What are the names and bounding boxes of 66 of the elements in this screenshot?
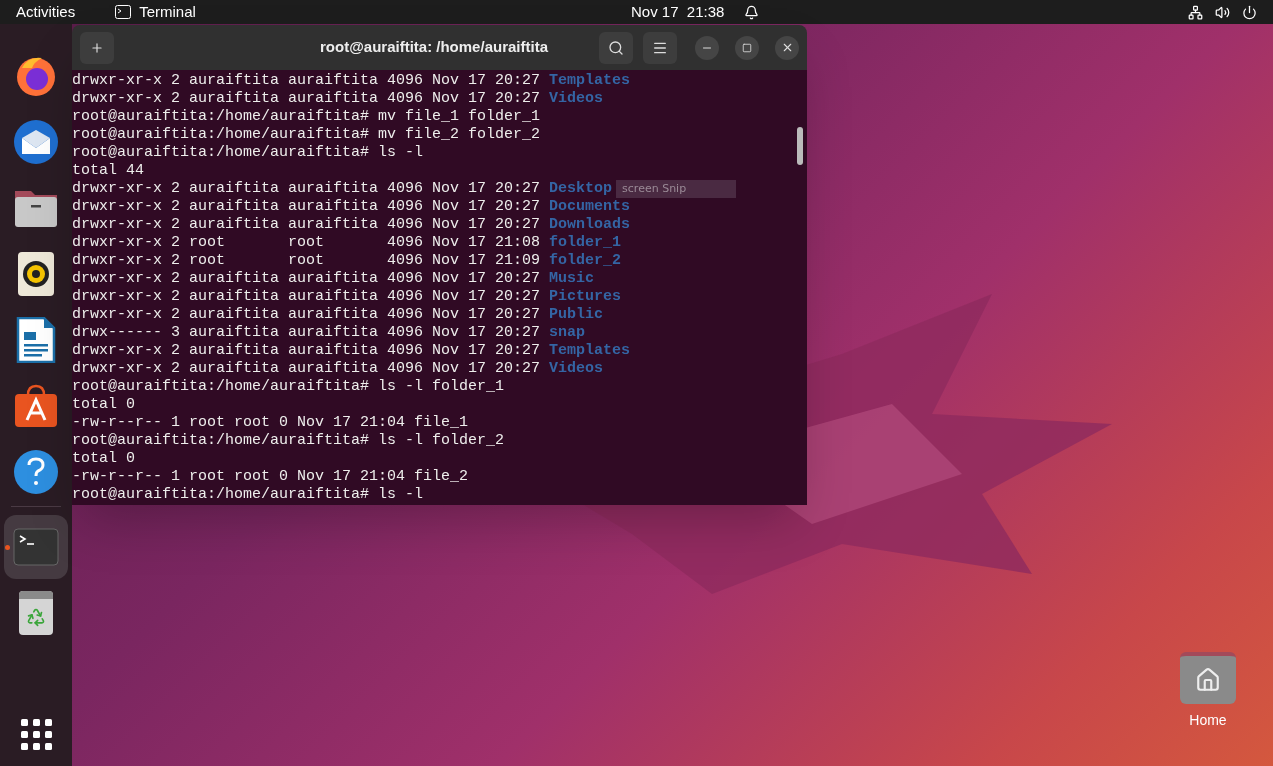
power-icon[interactable] [1242,4,1257,20]
directory-name: Music [549,270,595,288]
volume-icon[interactable] [1215,4,1230,20]
directory-name: Templates [549,342,631,360]
directory-name: Documents [549,198,631,216]
terminal-line: drwxr-xr-x 2 auraiftita auraiftita 4096 Nov 17 20:27 [72,360,542,378]
directory-name: folder_2 [549,252,622,270]
menu-button[interactable] [643,31,677,64]
maximize-button[interactable] [735,35,759,60]
directory-name: Templates [549,72,631,90]
directory-name: Downloads [549,216,631,234]
new-tab-button[interactable] [80,31,114,64]
terminal-line: root@auraiftita:/home/auraiftita# ls -l folder_1 [72,378,505,396]
terminal-line: total 0 [72,450,135,468]
search-button[interactable] [599,31,633,64]
directory-name: Videos [549,90,604,108]
terminal-line: drwxr-xr-x 2 root root 4096 Nov 17 21:08 [72,234,542,252]
app-grid-icon[interactable] [20,718,52,750]
speaker-icon[interactable] [17,251,55,297]
terminal-line: total 0 [72,396,135,414]
activities-button[interactable]: Activities [16,0,76,24]
terminal-icon[interactable] [13,528,59,566]
home-folder-icon[interactable] [1180,652,1236,704]
terminal-line: drwxr-xr-x 2 auraiftita auraiftita 4096 Nov 17 20:27 [72,72,542,90]
maximize-icon [742,42,752,53]
terminal-line: drwxr-xr-x 2 auraiftita auraiftita 4096 Nov 17 20:27 [72,306,542,324]
directory-name: Pictures [549,288,622,306]
directory-name: Public [549,306,604,324]
minimize-button[interactable] [695,35,719,60]
terminal-line: drwxr-xr-x 2 auraiftita auraiftita 4096 Nov 17 20:27 [72,216,542,234]
search-icon [608,39,624,56]
terminal-icon [115,5,132,19]
desktop-icon-label[interactable]: Home [1189,710,1227,731]
terminal-line: root@auraiftita:/home/auraiftita# mv file_2 folder_2 [72,126,541,144]
network-icon[interactable] [1188,4,1203,20]
directory-name: snap [549,324,586,342]
terminal-line: -rw-r--r-- 1 root root 0 Nov 17 21:04 file_2 [72,468,469,486]
shopping-bag-icon[interactable] [13,383,59,429]
clock[interactable]: Nov 17 21:38 [631,0,725,24]
mail-icon[interactable] [12,118,60,166]
snip-tooltip: screen Snip [616,180,737,198]
terminal-line: drwx------ 3 auraiftita auraiftita 4096 Nov 17 20:27 [72,324,542,342]
document-icon[interactable] [16,317,56,363]
terminal-line: drwxr-xr-x 2 auraiftita auraiftita 4096 Nov 17 20:27 [72,288,542,306]
terminal-line: -rw-r--r-- 1 root root 0 Nov 17 21:04 file_1 [72,414,469,432]
terminal-line: root@auraiftita:/home/auraiftita# ls -l [72,486,424,504]
directory-name: Videos [549,360,604,378]
terminal-line: root@auraiftita:/home/auraiftita# ls -l folder_2 [72,432,505,450]
terminal-line: drwxr-xr-x 2 auraiftita auraiftita 4096 Nov 17 20:27 [72,90,542,108]
plus-icon [90,40,104,55]
window-title: root@auraiftita: /home/auraiftita [320,37,548,58]
terminal-line: root@auraiftita:/home/auraiftita# mv file_1 folder_1 [72,108,541,126]
terminal-line: drwxr-xr-x 2 auraiftita auraiftita 4096 Nov 17 20:27 [72,180,542,198]
help-icon[interactable] [14,450,58,494]
terminal-line: drwxr-xr-x 2 auraiftita auraiftita 4096 Nov 17 20:27 [72,342,542,360]
scrollbar-thumb[interactable] [797,127,803,165]
directory-name: folder_1 [549,234,622,252]
bell-icon[interactable] [744,4,760,20]
terminal-line: drwxr-xr-x 2 auraiftita auraiftita 4096 Nov 17 20:27 [72,270,542,288]
terminal-line: root@auraiftita:/home/auraiftita# ls -l [72,144,424,162]
close-button[interactable] [775,35,799,60]
terminal-line: drwxr-xr-x 2 root root 4096 Nov 17 21:09 [72,252,542,270]
terminal-line: total 44 [72,162,144,180]
app-menu[interactable]: Terminal [139,0,196,24]
terminal-line: drwxr-xr-x 2 auraiftita auraiftita 4096 Nov 17 20:27 [72,198,542,216]
directory-name: Desktop [549,180,613,198]
